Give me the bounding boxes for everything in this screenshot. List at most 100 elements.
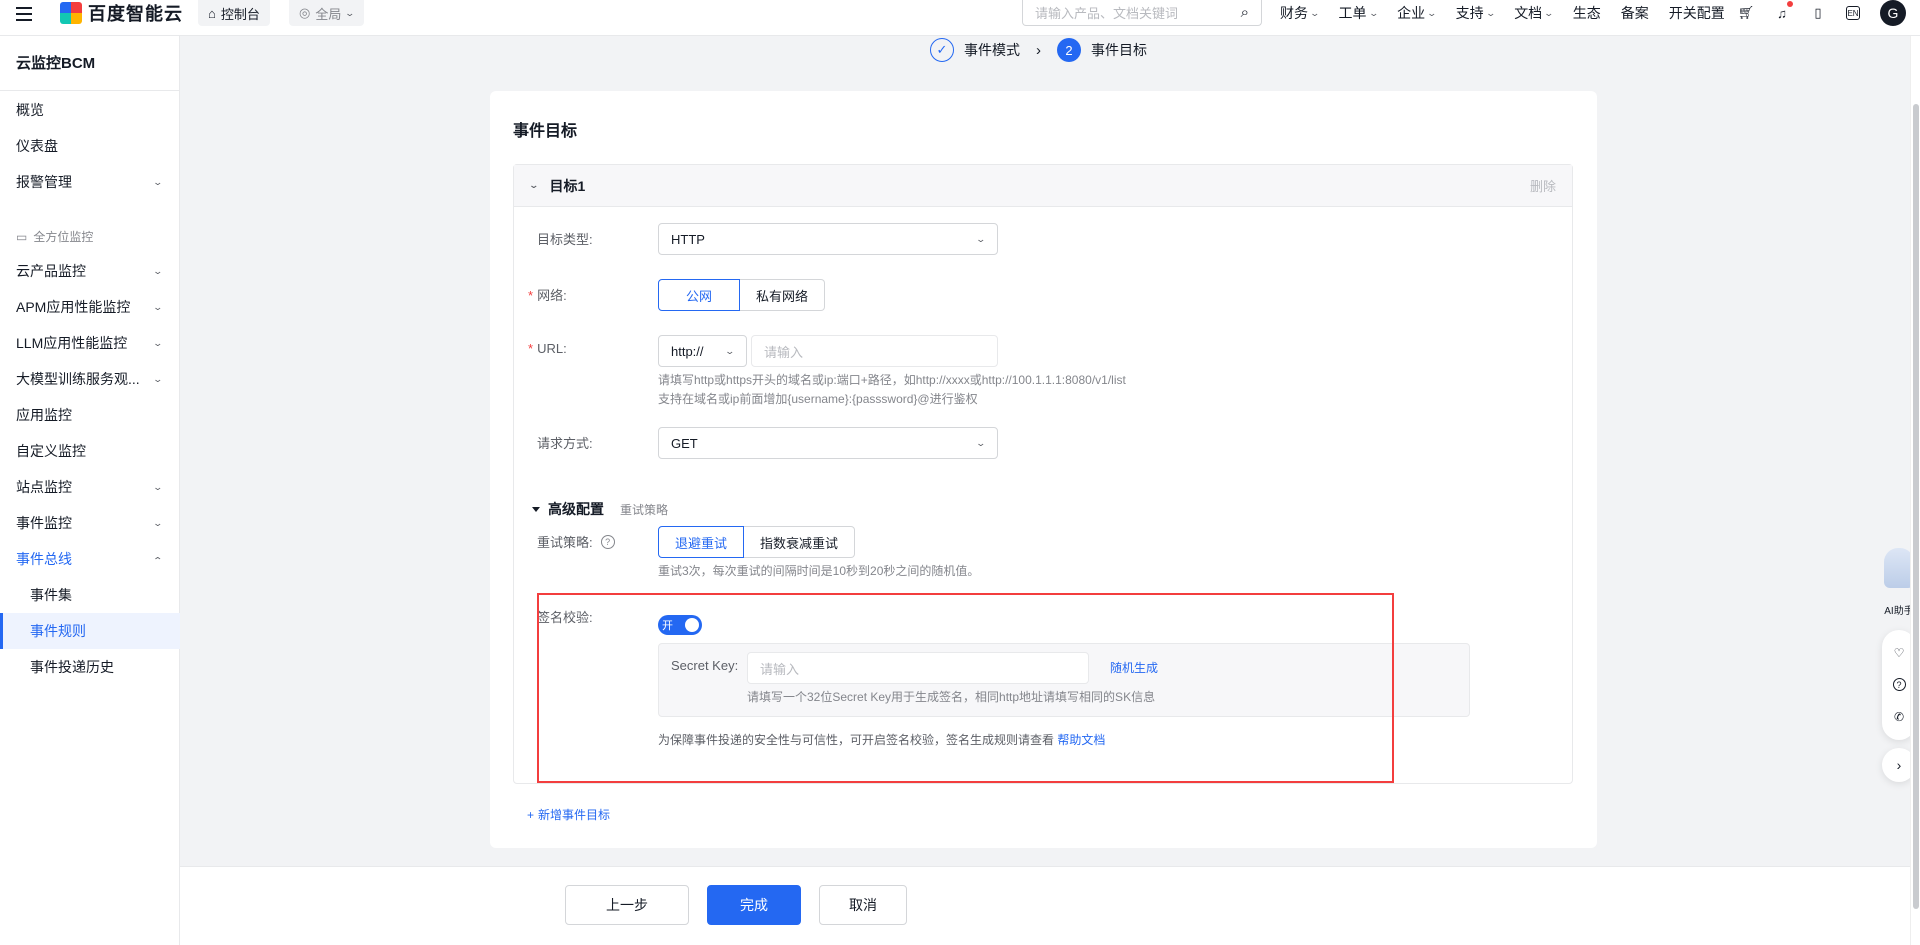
footer-bar: 上一步 完成 取消	[180, 866, 1920, 945]
plus-icon: +	[527, 807, 535, 822]
help-icon[interactable]: ?	[600, 534, 615, 549]
secret-key-label: Secret Key:	[671, 658, 739, 673]
logo-text: 百度智能云	[88, 4, 183, 24]
sidebar-item-cloud-product[interactable]: 云产品监控 ⌄	[0, 253, 180, 289]
phone-icon[interactable]: ✆	[1891, 709, 1907, 725]
secret-key-input[interactable]: 请输入	[747, 652, 1089, 684]
add-target-button[interactable]: + 新增事件目标	[527, 806, 610, 823]
page-title: 事件目标	[513, 123, 578, 140]
chevron-down-icon: ⌄	[1309, 7, 1321, 18]
search-placeholder: 请输入产品、文档关键词	[1035, 6, 1179, 21]
sidebar-item-alarm[interactable]: 报警管理 ⌄	[0, 164, 180, 200]
url-protocol-value: http://	[671, 343, 704, 359]
sidebar-item-dashboard[interactable]: 仪表盘	[0, 128, 180, 164]
nav-docs[interactable]: 文档 ⌄	[1514, 3, 1555, 23]
network-public[interactable]: 公网	[658, 279, 740, 311]
search-input[interactable]: 请输入产品、文档关键词 ⌕	[1022, 0, 1262, 26]
retry-backoff[interactable]: 退避重试	[658, 526, 745, 558]
nav-finance[interactable]: 财务 ⌄	[1280, 3, 1321, 23]
chevron-down-icon: ⌄	[975, 437, 987, 448]
url-hint-1: 请填写http或https开头的域名或ip:端口+路径，如http://xxxx…	[658, 373, 1126, 387]
sidebar-item-event-bus[interactable]: 事件总线 ⌄	[0, 541, 180, 577]
retry-hint: 重试3次，每次重试的间隔时间是10秒到20秒之间的随机值。	[658, 564, 980, 578]
url-input[interactable]: 请输入	[751, 335, 998, 367]
scrollbar-thumb[interactable]	[1913, 104, 1919, 909]
method-select[interactable]: GET ⌄	[658, 427, 998, 459]
top-bar: 百度智能云 ⌂ 控制台 ◎ 全局 ⌄ 请输入产品、文档关键词 ⌕ 财务 ⌄ 工单 ⌄…	[0, 0, 1920, 36]
secret-key-box: Secret Key: 请输入 随机生成 请填写一个32位Secret Key用…	[658, 643, 1470, 717]
logo[interactable]: 百度智能云	[60, 0, 183, 26]
target-name: 目标1	[549, 177, 586, 194]
url-label: * URL:	[528, 341, 567, 356]
bell-icon[interactable]: ♫	[1774, 1, 1793, 21]
network-radio-group: 公网 私有网络	[658, 279, 826, 311]
retry-exponential[interactable]: 指数衰减重试	[744, 526, 856, 558]
help-icon[interactable]: ?	[1892, 678, 1906, 692]
search-icon[interactable]: ⌕	[1241, 4, 1249, 21]
scrollbar[interactable]	[1910, 36, 1920, 945]
sidebar-item-model-training[interactable]: 大模型训练服务观... ⌄	[0, 361, 180, 397]
random-generate-link[interactable]: 随机生成	[1110, 659, 1158, 676]
prev-button[interactable]: 上一步	[565, 885, 689, 925]
chevron-down-icon: ⌄	[724, 345, 736, 356]
sidebar-item-llm[interactable]: LLM应用性能监控 ⌄	[0, 325, 180, 361]
sidebar-item-overview[interactable]: 概览	[0, 92, 180, 128]
type-select[interactable]: HTTP ⌄	[658, 223, 998, 255]
chevron-down-icon: ⌄	[975, 233, 987, 244]
step-indicator: ✓ 事件模式 › 2 事件目标	[930, 38, 1147, 62]
home-icon: ⌂	[208, 5, 216, 21]
sidebar-item-event-monitor[interactable]: 事件监控 ⌄	[0, 505, 180, 541]
menu-icon[interactable]	[16, 4, 36, 24]
notification-dot	[1787, 1, 1793, 7]
secret-key-placeholder: 请输入	[760, 661, 800, 677]
type-value: HTTP	[671, 231, 705, 247]
console-label: 控制台	[220, 6, 260, 22]
chevron-down-icon: ⌄	[1426, 7, 1438, 18]
nav-ticket[interactable]: 工单 ⌄	[1339, 3, 1379, 23]
sidebar-item-event-set[interactable]: 事件集	[0, 577, 180, 613]
nav-support[interactable]: 支持 ⌄	[1456, 3, 1496, 23]
sidebar-item-custom-monitor[interactable]: 自定义监控	[0, 433, 180, 469]
sign-toggle[interactable]: 开	[658, 615, 702, 635]
location-icon: ◎	[299, 5, 311, 20]
finish-button[interactable]: 完成	[707, 885, 801, 925]
console-button[interactable]: ⌂ 控制台	[198, 0, 270, 26]
toggle-text: 开	[662, 620, 673, 632]
sidebar-item-site-monitor[interactable]: 站点监控 ⌄	[0, 469, 180, 505]
url-protocol-select[interactable]: http:// ⌄	[658, 335, 747, 367]
region-selector[interactable]: ◎ 全局 ⌄	[289, 0, 364, 26]
step-event-pattern[interactable]: 事件模式	[964, 40, 1020, 60]
divider	[0, 90, 180, 91]
toggle-knob	[685, 618, 699, 632]
chevron-down-icon: ⌄	[1543, 7, 1555, 18]
avatar[interactable]: G	[1880, 0, 1906, 26]
chevron-down-icon: ⌄	[152, 265, 164, 276]
chevron-down-icon: ⌄	[344, 7, 356, 18]
target-header[interactable]: ⌄ 目标1 删除	[514, 165, 1572, 207]
clipboard-icon[interactable]: ▯	[1810, 5, 1826, 21]
nav-ecosystem[interactable]: 生态	[1573, 3, 1601, 23]
help-doc-link[interactable]: 帮助文档	[1057, 733, 1105, 747]
chevron-right-icon: ›	[1036, 41, 1041, 59]
network-private[interactable]: 私有网络	[740, 279, 826, 311]
sidebar-item-apm[interactable]: APM应用性能监控 ⌄	[0, 289, 180, 325]
delete-button[interactable]: 删除	[1530, 176, 1556, 195]
region-label: 全局	[315, 6, 342, 22]
cart-icon[interactable]: 🛒︎	[1738, 5, 1755, 21]
chevron-down-icon: ⌄	[152, 301, 164, 312]
nav-enterprise[interactable]: 企业 ⌄	[1397, 3, 1438, 23]
nav-switch-config[interactable]: 开关配置	[1669, 3, 1725, 23]
target-panel: ⌄ 目标1 删除 目标类型: HTTP ⌄ * 网络: 公网 私有网络 * URL:…	[513, 164, 1573, 784]
sidebar-item-event-delivery-history[interactable]: 事件投递历史	[0, 649, 180, 685]
chevron-up-icon: ⌄	[152, 554, 164, 565]
sidebar-item-event-rules[interactable]: 事件规则	[0, 613, 180, 649]
nav-filing[interactable]: 备案	[1621, 3, 1649, 23]
cancel-button[interactable]: 取消	[819, 885, 907, 925]
sidebar-item-app-monitor[interactable]: 应用监控	[0, 397, 180, 433]
type-label: 目标类型:	[537, 232, 593, 247]
chevron-down-icon[interactable]: ⌄	[528, 180, 539, 191]
chevron-down-icon: ⌄	[152, 517, 164, 528]
language-icon[interactable]: EN	[1846, 6, 1860, 20]
advanced-config-toggle[interactable]: 高级配置 重试策略	[532, 499, 668, 519]
heart-icon[interactable]: ♡	[1891, 645, 1907, 661]
